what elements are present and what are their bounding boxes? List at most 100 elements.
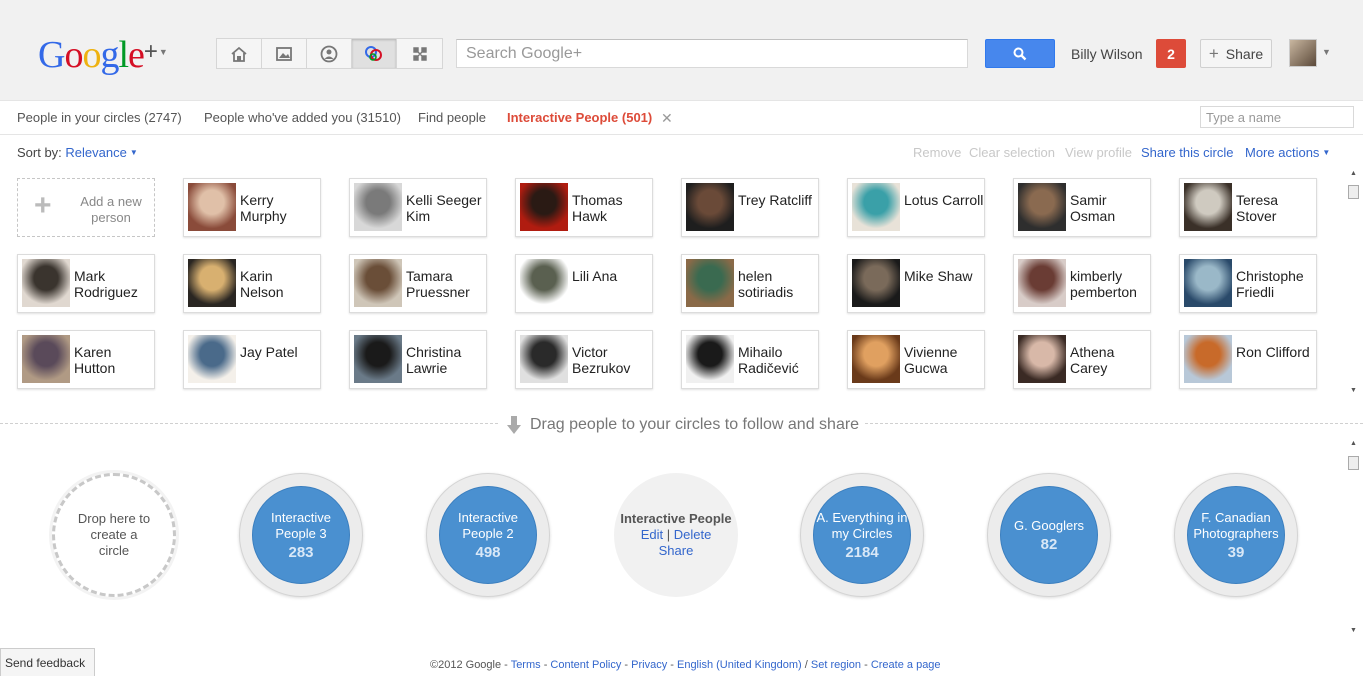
remove-button[interactable]: Remove bbox=[913, 145, 961, 160]
tab-people-added-you[interactable]: People who've added you (31510) bbox=[204, 110, 401, 125]
person-card[interactable]: Jay Patel bbox=[183, 330, 321, 389]
person-photo bbox=[686, 183, 734, 231]
person-card[interactable]: Lili Ana bbox=[515, 254, 653, 313]
person-name: helen sotiriadis bbox=[738, 268, 794, 300]
scroll-down-icon[interactable]: ▼ bbox=[1350, 627, 1357, 634]
person-card[interactable]: Christophe Friedli bbox=[1179, 254, 1317, 313]
circles-scrollbar[interactable]: ▲ ▼ bbox=[1345, 438, 1362, 638]
profile-icon[interactable] bbox=[307, 39, 352, 68]
person-name: Thomas Hawk bbox=[572, 192, 623, 224]
circle-count: 2184 bbox=[845, 543, 879, 561]
person-name: Ron Clifford bbox=[1236, 344, 1310, 360]
app-navigation bbox=[216, 38, 443, 69]
person-card[interactable]: Karin Nelson bbox=[183, 254, 321, 313]
person-card[interactable]: Mihailo Radičević bbox=[681, 330, 819, 389]
language-link[interactable]: English (United Kingdom) bbox=[677, 659, 802, 671]
search-button[interactable] bbox=[985, 39, 1055, 68]
circle[interactable]: F. Canadian Photographers 39 bbox=[1174, 473, 1298, 597]
person-name: Mike Shaw bbox=[904, 268, 973, 284]
games-icon[interactable] bbox=[397, 39, 442, 68]
person-name: Karen Hutton bbox=[74, 344, 116, 376]
person-card[interactable]: Mark Rodriguez bbox=[17, 254, 155, 313]
privacy-link[interactable]: Privacy bbox=[631, 659, 667, 671]
scroll-up-icon[interactable]: ▲ bbox=[1350, 170, 1357, 177]
circle[interactable]: Interactive People 3 283 bbox=[239, 473, 363, 597]
clear-selection-button[interactable]: Clear selection bbox=[969, 145, 1055, 160]
share-circle-link[interactable]: Share bbox=[659, 543, 694, 559]
person-card[interactable]: Samir Osman bbox=[1013, 178, 1151, 237]
share-button[interactable]: + Share bbox=[1200, 39, 1272, 68]
person-card[interactable]: Trey Ratcliff bbox=[681, 178, 819, 237]
person-photo bbox=[1184, 259, 1232, 307]
person-card[interactable]: Tamara Pruessner bbox=[349, 254, 487, 313]
create-circle-drop-zone[interactable]: Drop here to create a circle bbox=[52, 473, 176, 597]
person-card[interactable]: Christina Lawrie bbox=[349, 330, 487, 389]
person-card[interactable]: kimberly pemberton bbox=[1013, 254, 1151, 313]
circle[interactable]: G. Googlers 82 bbox=[987, 473, 1111, 597]
scroll-thumb[interactable] bbox=[1348, 456, 1359, 470]
account-caret-icon[interactable]: ▼ bbox=[1322, 47, 1331, 57]
delete-circle-link[interactable]: Delete bbox=[674, 527, 712, 542]
home-icon[interactable] bbox=[217, 39, 262, 68]
person-name: Lotus Carroll bbox=[904, 192, 984, 208]
circle-body: Interactive People 2 498 bbox=[439, 486, 537, 584]
person-card[interactable]: Vivienne Gucwa bbox=[847, 330, 985, 389]
add-person-card[interactable]: + Add a new person bbox=[17, 178, 155, 237]
tab-interactive-people[interactable]: Interactive People (501) bbox=[507, 110, 652, 125]
close-tab-icon[interactable]: ✕ bbox=[661, 110, 673, 127]
edit-circle-link[interactable]: Edit bbox=[641, 527, 663, 542]
person-name: Christophe Friedli bbox=[1236, 268, 1304, 300]
drag-hint: Drag people to your circles to follow an… bbox=[500, 413, 866, 437]
circle-body: Interactive People 3 283 bbox=[252, 486, 350, 584]
sort-dropdown[interactable]: Relevance ▼ bbox=[65, 145, 137, 160]
photos-icon[interactable] bbox=[262, 39, 307, 68]
user-name[interactable]: Billy Wilson bbox=[1071, 46, 1143, 62]
google-plus-logo[interactable]: Google+ ▼ bbox=[38, 30, 168, 77]
person-name: Victor Bezrukov bbox=[572, 344, 631, 376]
search-input[interactable] bbox=[456, 39, 968, 68]
scroll-thumb[interactable] bbox=[1348, 185, 1359, 199]
person-card[interactable]: Teresa Stover bbox=[1179, 178, 1317, 237]
person-photo bbox=[1018, 259, 1066, 307]
person-photo bbox=[520, 259, 568, 307]
selected-circle[interactable]: Interactive People Edit | Delete Share bbox=[614, 473, 738, 597]
plus-icon: + bbox=[1208, 43, 1219, 63]
send-feedback-button[interactable]: Send feedback bbox=[0, 648, 95, 676]
more-actions-button[interactable]: More actions ▼ bbox=[1245, 145, 1330, 160]
share-circle-button[interactable]: Share this circle bbox=[1141, 145, 1233, 160]
notification-count-badge[interactable]: 2 bbox=[1156, 39, 1186, 68]
person-card[interactable]: helen sotiriadis bbox=[681, 254, 819, 313]
person-card[interactable]: Kerry Murphy bbox=[183, 178, 321, 237]
logo-caret-icon[interactable]: ▼ bbox=[159, 47, 168, 57]
person-card[interactable]: Kelli Seeger Kim bbox=[349, 178, 487, 237]
person-name: kimberly pemberton bbox=[1070, 268, 1137, 300]
content-policy-link[interactable]: Content Policy bbox=[550, 659, 621, 671]
circles-icon[interactable] bbox=[352, 39, 397, 68]
person-card[interactable]: Karen Hutton bbox=[17, 330, 155, 389]
create-page-link[interactable]: Create a page bbox=[871, 659, 941, 671]
person-name: Tamara Pruessner bbox=[406, 268, 470, 300]
circle-name: A. Everything in my Circles bbox=[816, 509, 908, 541]
user-avatar[interactable] bbox=[1289, 39, 1317, 67]
circle-body: F. Canadian Photographers 39 bbox=[1187, 486, 1285, 584]
view-profile-button[interactable]: View profile bbox=[1065, 145, 1132, 160]
person-card[interactable]: Lotus Carroll bbox=[847, 178, 985, 237]
person-card[interactable]: Mike Shaw bbox=[847, 254, 985, 313]
person-card[interactable]: Victor Bezrukov bbox=[515, 330, 653, 389]
scroll-down-icon[interactable]: ▼ bbox=[1350, 387, 1357, 394]
people-scrollbar[interactable]: ▲ ▼ bbox=[1345, 168, 1362, 398]
person-card[interactable]: Athena Carey bbox=[1013, 330, 1151, 389]
circle[interactable]: A. Everything in my Circles 2184 bbox=[800, 473, 924, 597]
person-card[interactable]: Thomas Hawk bbox=[515, 178, 653, 237]
scroll-up-icon[interactable]: ▲ bbox=[1350, 440, 1357, 447]
set-region-link[interactable]: Set region bbox=[811, 659, 861, 671]
person-name: Trey Ratcliff bbox=[738, 192, 812, 208]
tab-people-in-circles[interactable]: People in your circles (2747) bbox=[17, 110, 182, 125]
circle[interactable]: Interactive People 2 498 bbox=[426, 473, 550, 597]
person-photo bbox=[354, 183, 402, 231]
terms-link[interactable]: Terms bbox=[511, 659, 541, 671]
share-button-label: Share bbox=[1225, 45, 1264, 62]
person-card[interactable]: Ron Clifford bbox=[1179, 330, 1317, 389]
tab-find-people[interactable]: Find people bbox=[418, 110, 486, 125]
name-filter-input[interactable] bbox=[1200, 106, 1354, 128]
